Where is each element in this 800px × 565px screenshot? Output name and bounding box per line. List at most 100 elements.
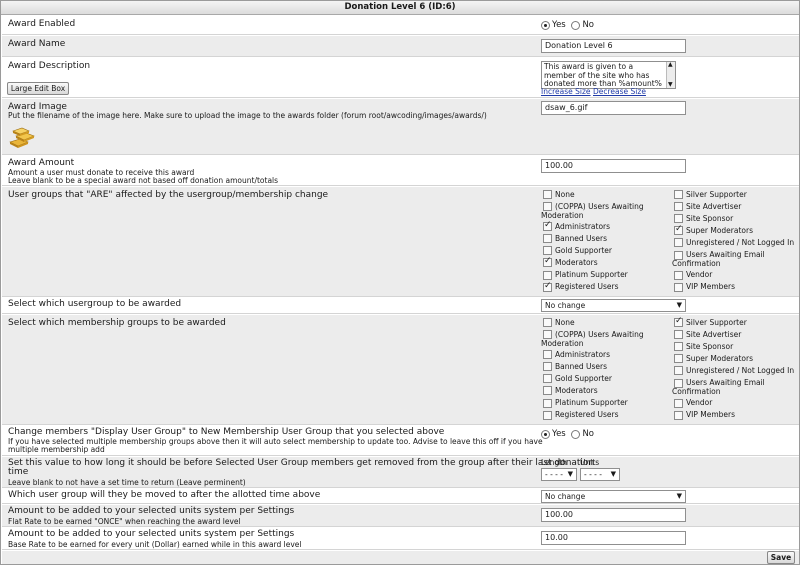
- group-checkbox[interactable]: [543, 190, 552, 199]
- group-checkbox[interactable]: [674, 214, 683, 224]
- display-group-help-2: multiple membership add: [8, 445, 105, 454]
- group-checkbox-label: Platinum Supporter: [555, 270, 628, 279]
- group-checkbox[interactable]: [674, 282, 683, 292]
- award-image-input[interactable]: dsaw_6.gif: [541, 101, 686, 115]
- award-amount-help-2: Leave blank to be a special award not ba…: [8, 176, 279, 185]
- group-checkbox[interactable]: [674, 202, 683, 212]
- group-checkbox-label: Unregistered / Not Logged In: [686, 365, 795, 375]
- group-checkbox[interactable]: [543, 386, 552, 396]
- group-checkbox-label: Site Sponsor: [686, 213, 734, 223]
- group-checkbox-label: Administrators: [555, 221, 611, 231]
- display-group-no-radio[interactable]: [571, 429, 581, 439]
- award-name-input[interactable]: Donation Level 6: [541, 39, 686, 53]
- group-checkbox[interactable]: [674, 224, 683, 236]
- group-checkbox-label: Unregistered / Not Logged In: [686, 237, 795, 247]
- group-checkbox-label: Vendor: [686, 270, 713, 279]
- group-checkbox-label: Gold Supporter: [555, 245, 612, 255]
- group-checkbox-label: Users Awaiting Email: [686, 378, 765, 387]
- group-checkbox[interactable]: [543, 398, 552, 408]
- chevron-down-icon: ▼: [676, 492, 682, 500]
- group-checkbox[interactable]: [674, 270, 683, 280]
- group-checkbox[interactable]: [543, 256, 552, 268]
- group-checkbox[interactable]: [543, 374, 552, 384]
- group-checkbox-label-continued: Confirmation: [672, 259, 721, 268]
- group-checkbox[interactable]: [543, 350, 552, 360]
- group-checkbox[interactable]: [674, 366, 683, 376]
- group-checkbox[interactable]: [543, 281, 552, 292]
- award-enabled-radios: Yes No: [541, 20, 597, 31]
- description-scrollbar[interactable]: ▲ ▼: [666, 62, 675, 88]
- group-checkbox-label: (COPPA) Users Awaiting: [555, 329, 644, 339]
- group-checkbox-label-continued: Moderation: [541, 210, 584, 220]
- display-group-label: Change members "Display User Group" to N…: [8, 427, 445, 437]
- length-label: Length: [541, 458, 567, 467]
- display-group-yes-radio[interactable]: [541, 429, 550, 439]
- group-checkbox[interactable]: [543, 410, 552, 420]
- group-checkbox-label: Super Moderators: [686, 353, 753, 363]
- group-checkbox[interactable]: [543, 220, 552, 232]
- award-description-label: Award Description: [8, 61, 91, 71]
- award-description-textarea[interactable]: This award is given to a member of the s…: [541, 61, 676, 89]
- row-display-group: Change members "Display User Group" to N…: [2, 426, 799, 456]
- units-value: - - - -: [584, 470, 602, 479]
- group-checkbox-label: Users Awaiting Email: [686, 250, 765, 259]
- group-checkbox[interactable]: [674, 316, 683, 327]
- increase-size-link[interactable]: Increase Size: [541, 87, 591, 96]
- gold-bars-icon: [9, 127, 35, 148]
- display-group-yes-label: Yes: [552, 429, 566, 439]
- group-checkbox[interactable]: [543, 270, 552, 280]
- usergroup-award-select[interactable]: No change ▼: [541, 299, 686, 312]
- group-checkbox-label: Banned Users: [555, 361, 608, 371]
- group-checkbox[interactable]: [674, 354, 683, 364]
- group-checkbox[interactable]: [543, 362, 552, 372]
- removal-label-1: Set this value to how long it should be …: [8, 458, 595, 468]
- award-settings-panel: Donation Level 6 (ID:6) Award Enabled Ye…: [0, 0, 800, 565]
- moved-to-select[interactable]: No change ▼: [541, 490, 686, 503]
- display-group-radios: Yes No: [541, 429, 597, 440]
- row-membership-groups: Select which membership groups to be awa…: [2, 315, 799, 425]
- group-checkbox-label: Site Advertiser: [686, 329, 742, 339]
- enabled-no-label: No: [582, 20, 594, 30]
- group-checkbox[interactable]: [674, 238, 683, 248]
- group-checkbox[interactable]: [543, 318, 552, 327]
- flat-rate-label: Amount to be added to your selected unit…: [8, 506, 295, 516]
- row-usergroup-award: Select which usergroup to be awarded No …: [2, 298, 799, 314]
- award-amount-input[interactable]: 100.00: [541, 159, 686, 173]
- row-flat-rate: Amount to be added to your selected unit…: [2, 505, 799, 527]
- group-checkbox-label: Site Advertiser: [686, 201, 742, 211]
- row-base-rate: Amount to be added to your selected unit…: [2, 528, 799, 550]
- base-rate-input[interactable]: 10.00: [541, 531, 686, 545]
- group-checkbox-label-continued: Confirmation: [672, 387, 721, 396]
- award-enabled-label: Award Enabled: [8, 19, 76, 29]
- group-checkbox[interactable]: [674, 190, 683, 199]
- group-checkbox-label: Silver Supporter: [686, 317, 747, 327]
- enabled-no-radio[interactable]: [571, 20, 581, 30]
- display-group-no-label: No: [582, 429, 594, 439]
- units-select[interactable]: - - - - ▼: [580, 468, 620, 481]
- scroll-up-icon[interactable]: ▲: [668, 62, 673, 70]
- large-edit-box-button[interactable]: Large Edit Box: [7, 82, 69, 95]
- group-checkbox-label: Registered Users: [555, 410, 619, 420]
- save-button[interactable]: Save: [767, 551, 795, 564]
- decrease-size-link[interactable]: Decrease Size: [593, 87, 646, 96]
- scroll-down-icon[interactable]: ▼: [668, 81, 673, 89]
- award-name-label: Award Name: [8, 39, 66, 49]
- group-checkbox[interactable]: [674, 330, 683, 340]
- panel-title: Donation Level 6 (ID:6): [1, 1, 799, 15]
- length-select[interactable]: - - - - ▼: [541, 468, 577, 481]
- flat-rate-input[interactable]: 100.00: [541, 508, 686, 522]
- group-checkbox[interactable]: [674, 410, 683, 420]
- group-checkbox-label: None: [555, 317, 575, 327]
- affected-groups-label: User groups that "ARE" affected by the u…: [8, 190, 329, 200]
- group-checkbox-label: VIP Members: [686, 282, 736, 292]
- group-checkbox[interactable]: [674, 398, 683, 408]
- row-affected-groups: User groups that "ARE" affected by the u…: [2, 187, 799, 297]
- group-checkbox[interactable]: [674, 342, 683, 352]
- moved-to-value: No change: [545, 492, 586, 501]
- group-checkbox-label: Site Sponsor: [686, 341, 734, 351]
- enabled-yes-radio[interactable]: [541, 20, 550, 30]
- group-checkbox[interactable]: [543, 246, 552, 256]
- group-checkbox-label: Platinum Supporter: [555, 398, 628, 407]
- group-checkbox[interactable]: [543, 234, 552, 244]
- group-checkbox-label: Moderators: [555, 257, 598, 267]
